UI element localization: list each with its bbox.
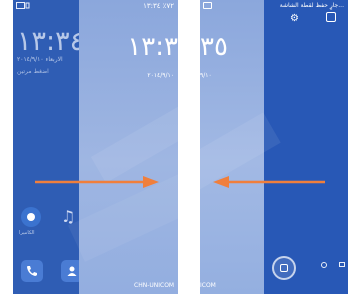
carrier-label-right: ICOM (200, 282, 216, 289)
arrow-left-icon (213, 176, 325, 188)
gallery-icon (203, 2, 212, 9)
camera-app-label: الكاميرا (19, 230, 35, 236)
screenshot-icon[interactable] (326, 12, 336, 22)
settings-icon[interactable]: ⚙ (290, 13, 299, 24)
camera-small-icon (321, 262, 327, 268)
notification-text: جارٍ حفظ لقطة الشاشة... (279, 2, 344, 9)
phone-icon[interactable] (21, 260, 43, 282)
home-app-row: ♫ (21, 207, 75, 227)
left-screen: ١٣:٣٤ الاربعاء ٢٠١٤/٩/١٠ اضغط مرتين ♫ ال… (13, 0, 178, 294)
video-small-icon (339, 262, 345, 267)
lock-screen-overlay[interactable]: ٧٢٪ ١٣:٣٤ ١٣:٣ ٢٠١٤/٩/١٠ CHN-UNICOM (68, 0, 178, 294)
arrow-right-icon (35, 176, 159, 188)
lock-clock-right: ٣٥ (200, 32, 228, 62)
home-clock: ١٣:٣٤ (17, 26, 85, 57)
camera-icon[interactable] (21, 207, 41, 227)
camera-shortcut-button[interactable] (272, 256, 296, 280)
lock-date: ٢٠١٤/٩/١٠ (147, 72, 174, 79)
lock-date-right: ٩/١٠ (200, 72, 212, 79)
right-screen: ٣٥ ٩/١٠ ICOM جارٍ حفظ لقطة الشاشة... ⚙ (200, 0, 348, 294)
lock-status-bar: ٧٢٪ ١٣:٣٤ (143, 2, 174, 10)
lock-screen-overlay-right[interactable]: ٣٥ ٩/١٠ ICOM (200, 0, 281, 294)
home-date: الاربعاء ٢٠١٤/٩/١٠ (17, 56, 63, 63)
gallery-status-icon (16, 2, 30, 12)
home-weather: اضغط مرتين (17, 68, 49, 75)
carrier-label: CHN-UNICOM (134, 282, 175, 289)
lock-clock: ١٣:٣ (127, 32, 178, 62)
